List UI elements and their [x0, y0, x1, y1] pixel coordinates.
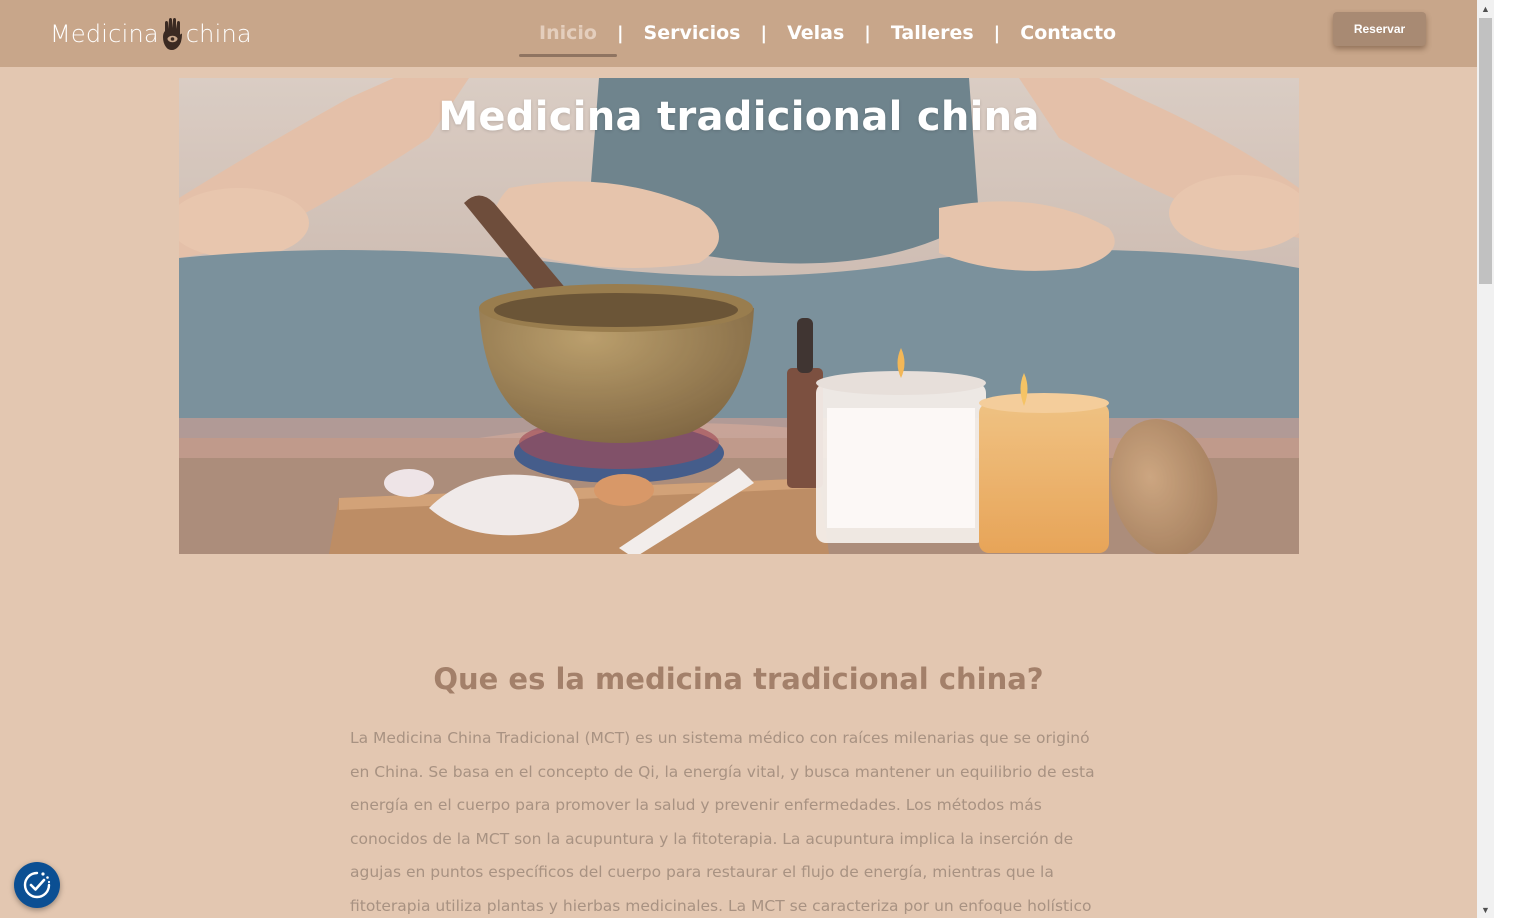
site-header: Medicina china Inicio | Servicios | Vela… — [0, 0, 1477, 67]
scroll-down-arrow-icon[interactable]: ▼ — [1477, 901, 1494, 918]
cookie-consent-icon — [23, 871, 51, 899]
nav-separator: | — [616, 22, 624, 44]
nav-item-servicios[interactable]: Servicios — [624, 10, 761, 56]
site-logo[interactable]: Medicina china — [50, 16, 252, 52]
main-nav: Inicio | Servicios | Velas | Talleres | … — [519, 10, 1136, 57]
body-line: en China. Se basa en el concepto de Qi, … — [350, 762, 1095, 781]
scrollbar-thumb[interactable] — [1479, 18, 1492, 284]
body-line: fitoterapia utiliza plantas y hierbas me… — [350, 896, 1092, 915]
body-line: La Medicina China Tradicional (MCT) es u… — [350, 729, 1090, 747]
nav-separator: | — [760, 22, 768, 44]
hamsa-hand-icon — [161, 17, 183, 51]
section-body: La Medicina China Tradicional (MCT) es u… — [350, 722, 1120, 918]
hero-overlay — [179, 78, 1299, 554]
nav-item-contacto[interactable]: Contacto — [1000, 10, 1136, 56]
logo-text-left: Medicina — [50, 20, 159, 48]
nav-separator: | — [864, 22, 871, 44]
section-title: Que es la medicina tradicional china? — [433, 662, 1044, 696]
nav-item-inicio[interactable]: Inicio — [519, 10, 617, 57]
scroll-up-arrow-icon[interactable]: ▲ — [1477, 0, 1494, 17]
body-line: agujas en puntos específicos del cuerpo … — [350, 863, 1054, 881]
hero-banner: Medicina tradicional china — [179, 78, 1299, 554]
body-line: energía en el cuerpo para promover la sa… — [350, 796, 1042, 814]
window-edge — [1494, 0, 1536, 918]
reserve-button[interactable]: Reservar — [1333, 12, 1426, 46]
nav-item-velas[interactable]: Velas — [767, 10, 864, 56]
logo-text-right: china — [185, 20, 252, 48]
nav-separator: | — [993, 22, 1001, 44]
nav-item-talleres[interactable]: Talleres — [871, 10, 994, 56]
page: Medicina china Inicio | Servicios | Vela… — [0, 0, 1477, 918]
cookie-consent-button[interactable] — [14, 862, 60, 908]
vertical-scrollbar[interactable]: ▲ ▼ — [1477, 0, 1494, 918]
hero-title: Medicina tradicional china — [438, 94, 1040, 140]
body-line: conocidos de la MCT son la acupuntura y … — [350, 829, 1074, 848]
